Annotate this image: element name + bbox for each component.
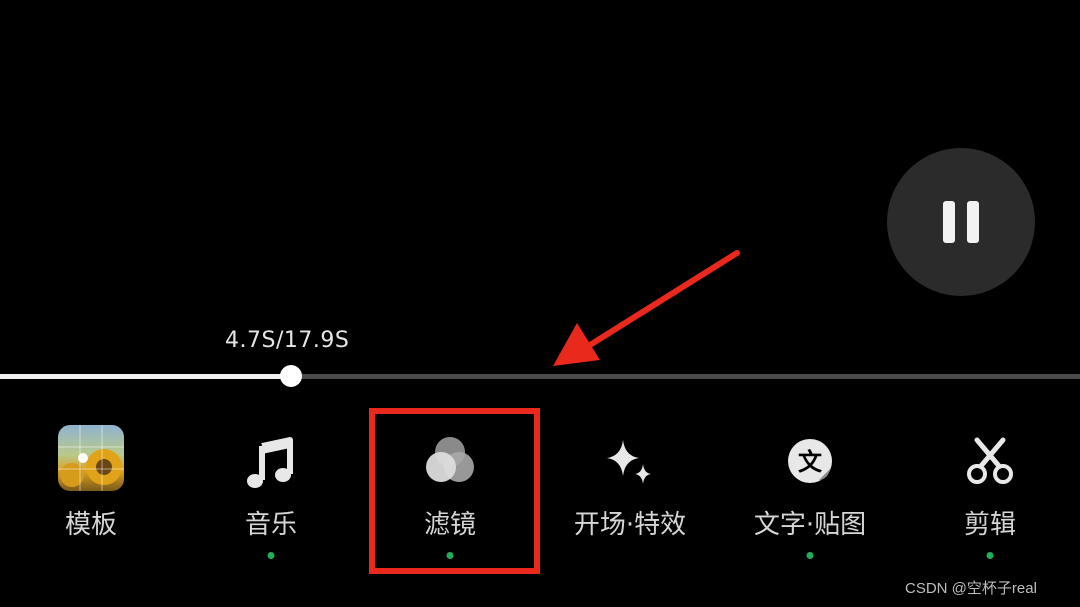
annotation-highlight-box [369,408,540,574]
text-sticker-icon: 文 [788,439,832,483]
tool-text-sticker-label: 文字·贴图 [753,510,867,540]
scissors-icon [967,437,1013,484]
progress-fill [0,374,291,379]
tool-edit[interactable]: 剪辑 [910,420,1070,570]
tool-template[interactable]: 模板 [11,420,171,570]
tool-opening-effects[interactable]: 开场·特效 [550,420,710,570]
music-note-icon [247,437,293,488]
tool-text-sticker-dot [806,552,814,559]
progress-thumb[interactable] [280,365,302,387]
watermark-text: CSDN @空杯子real [905,580,1037,597]
tool-music[interactable]: 音乐 [191,420,351,570]
template-thumbnail [58,425,124,491]
sparkle-icon [607,440,651,484]
tool-edit-dot [986,552,994,559]
tool-edit-label: 剪辑 [963,510,1016,540]
tool-text-sticker[interactable]: 文 文字·贴图 [730,420,890,570]
time-display: 4.7S/17.9S [225,328,350,353]
tool-music-label: 音乐 [244,510,297,540]
tool-music-dot [267,552,275,559]
tool-template-label: 模板 [64,510,117,540]
svg-text:文: 文 [798,448,823,476]
tool-opening-effects-label: 开场·特效 [573,510,687,540]
